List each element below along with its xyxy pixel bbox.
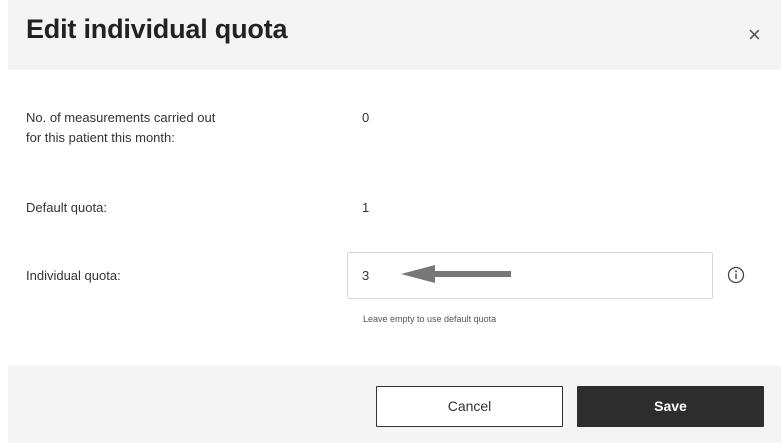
dialog-title: Edit individual quota	[26, 14, 288, 44]
dialog-footer: Cancel Save	[8, 366, 781, 443]
close-icon[interactable]: ×	[748, 24, 761, 46]
arrow-left-icon	[401, 265, 511, 283]
measurements-label-line1: No. of measurements carried out	[26, 110, 216, 125]
measurements-label: No. of measurements carried out for this…	[26, 108, 215, 148]
edit-quota-dialog: Edit individual quota × No. of measureme…	[0, 0, 781, 443]
dialog-body: No. of measurements carried out for this…	[8, 70, 781, 366]
individual-quota-label: Individual quota:	[26, 268, 121, 283]
dialog-header: Edit individual quota ×	[8, 0, 781, 70]
measurements-label-line2: for this patient this month:	[26, 130, 175, 145]
info-icon[interactable]	[727, 266, 745, 284]
default-quota-label: Default quota:	[26, 200, 107, 215]
individual-quota-help: Leave empty to use default quota	[363, 314, 497, 324]
cancel-button[interactable]: Cancel	[376, 386, 563, 427]
save-button[interactable]: Save	[577, 386, 764, 427]
measurements-value: 0	[362, 110, 370, 125]
default-quota-value: 1	[362, 200, 370, 215]
